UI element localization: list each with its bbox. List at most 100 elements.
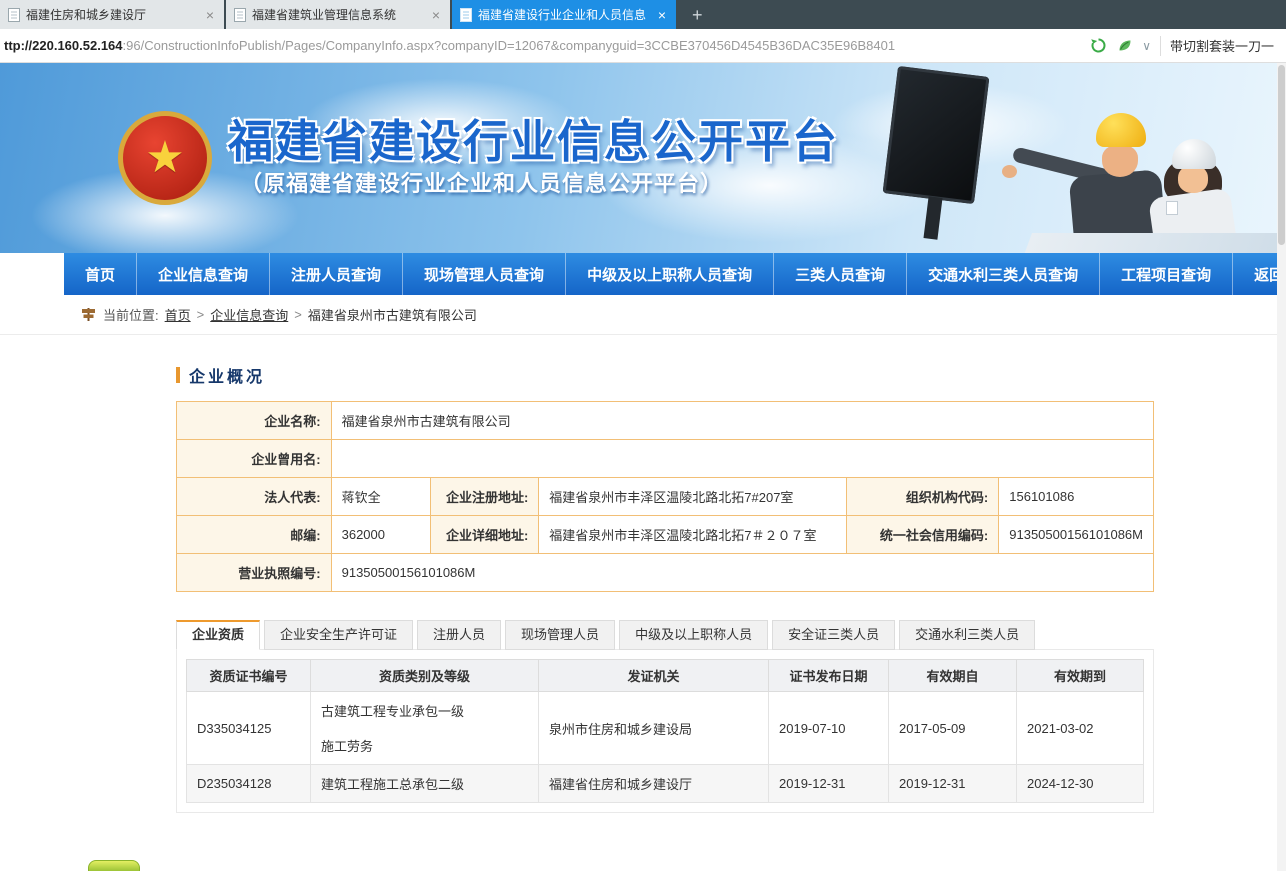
breadcrumb-separator: > [294,307,302,322]
col-valid-to: 有效期到 [1017,660,1144,692]
nav-item-transport-water-three-types[interactable]: 交通水利三类人员查询 [906,253,1099,295]
category-line: 施工劳务 [321,736,528,755]
breadcrumb: 当前位置: 首页 > 企业信息查询 > 福建省泉州市古建筑有限公司 [0,295,1277,335]
browser-tab-3-active[interactable]: 福建省建设行业企业和人员信息 × [452,0,676,29]
cell-valid-from: 2019-12-31 [889,765,1017,803]
breadcrumb-section-link[interactable]: 企业信息查询 [210,305,288,324]
cell-category: 古建筑工程专业承包一级 施工劳务 [311,692,539,765]
field-value-postcode: 362000 [331,516,431,554]
cell-valid-from: 2017-05-09 [889,692,1017,765]
white-hardhat-graphic [1172,139,1216,169]
floating-widget-button[interactable] [88,860,140,871]
section-head: 企业概况 [176,363,1286,387]
tab-title: 福建省建设行业企业和人员信息 [478,6,650,23]
tab-site-managers[interactable]: 现场管理人员 [505,620,615,650]
field-value-license-no: 91350500156101086M [331,554,1153,592]
browser-tab-bar: 福建住房和城乡建设厅 × 福建省建筑业管理信息系统 × 福建省建设行业企业和人员… [0,0,1286,29]
breadcrumb-current: 福建省泉州市古建筑有限公司 [308,305,477,324]
url-input[interactable]: ttp://220.160.52.164:96/ConstructionInfo… [4,38,1080,53]
col-authority: 发证机关 [539,660,769,692]
address-bar: ttp://220.160.52.164:96/ConstructionInfo… [0,29,1286,63]
col-valid-from: 有效期自 [889,660,1017,692]
browser-tab-1[interactable]: 福建住房和城乡建设厅 × [0,0,224,29]
field-value-detail-address: 福建省泉州市丰泽区温陵北路北拓7＃２０７室 [539,516,847,554]
col-issue-date: 证书发布日期 [769,660,889,692]
nav-item-home[interactable]: 首页 [64,253,136,295]
cell-valid-to: 2021-03-02 [1017,692,1144,765]
field-value-org-code: 156101086 [999,478,1154,516]
site-title: 福建省建设行业信息公开平台 [228,105,839,170]
field-value-former-name [331,440,1153,478]
tab-company-qualification[interactable]: 企业资质 [176,620,260,650]
tab-safety-three-types[interactable]: 安全证三类人员 [772,620,895,650]
nav-item-three-types[interactable]: 三类人员查询 [773,253,906,295]
tab-safety-production-license[interactable]: 企业安全生产许可证 [264,620,413,650]
yellow-hardhat-graphic [1096,113,1146,147]
address-bar-actions: ∨ 带切割套装一刀一 [1080,36,1286,56]
tab-title: 福建省建筑业管理信息系统 [252,6,424,23]
table-row: 邮编: 362000 企业详细地址: 福建省泉州市丰泽区温陵北路北拓7＃２０７室… [177,516,1154,554]
cell-issue-date: 2019-12-31 [769,765,889,803]
field-label-org-code: 组织机构代码: [847,478,999,516]
field-label-license-no: 营业执照编号: [177,554,332,592]
url-path: :96/ConstructionInfoPublish/Pages/Compan… [123,38,896,53]
close-tab-icon[interactable]: × [204,7,216,23]
tab-transport-water-three-types[interactable]: 交通水利三类人员 [899,620,1035,650]
eye-protection-leaf-icon[interactable] [1116,37,1133,54]
page-icon [460,8,472,22]
refresh-icon[interactable] [1090,37,1107,54]
browser-tab-2[interactable]: 福建省建筑业管理信息系统 × [226,0,450,29]
cell-issue-date: 2019-07-10 [769,692,889,765]
bookmark-link[interactable]: 带切割套装一刀一 [1170,36,1286,55]
field-label-detail-address: 企业详细地址: [431,516,539,554]
table-row: D335034125 古建筑工程专业承包一级 施工劳务 泉州市住房和城乡建设局 … [187,692,1144,765]
divider [1160,36,1161,56]
nav-item-registered-personnel[interactable]: 注册人员查询 [269,253,402,295]
nav-item-site-managers[interactable]: 现场管理人员查询 [402,253,565,295]
cell-authority: 泉州市住房和城乡建设局 [539,692,769,765]
chevron-down-icon[interactable]: ∨ [1142,39,1151,53]
site-subtitle: （原福建省建设行业企业和人员信息公开平台） [240,166,723,198]
star-icon: ★ [145,136,184,180]
section-title: 企业概况 [189,363,265,387]
scrollbar-thumb[interactable] [1278,65,1285,245]
table-row: D235034128 建筑工程施工总承包二级 福建省住房和城乡建设厅 2019-… [187,765,1144,803]
nav-item-project-query[interactable]: 工程项目查询 [1099,253,1232,295]
col-category: 资质类别及等级 [311,660,539,692]
nav-item-company-query[interactable]: 企业信息查询 [136,253,269,295]
qualification-table: 资质证书编号 资质类别及等级 发证机关 证书发布日期 有效期自 有效期到 D33… [186,659,1144,803]
page-scrollbar[interactable] [1277,63,1286,871]
nav-item-mid-title-personnel[interactable]: 中级及以上职称人员查询 [565,253,773,295]
breadcrumb-home-link[interactable]: 首页 [165,305,191,324]
close-tab-icon[interactable]: × [430,7,442,23]
cell-category: 建筑工程施工总承包二级 [311,765,539,803]
main-content: 企业概况 企业名称: 福建省泉州市古建筑有限公司 企业曾用名: 法人代表: 蒋钦… [0,363,1286,813]
breadcrumb-label: 当前位置: [103,305,159,324]
breadcrumb-separator: > [197,307,205,322]
section-accent-bar [176,367,180,383]
field-value-company-name: 福建省泉州市古建筑有限公司 [331,402,1153,440]
url-host: ttp://220.160.52.164 [4,38,123,53]
page-icon [8,8,20,22]
field-value-legal-rep: 蒋钦全 [331,478,431,516]
close-tab-icon[interactable]: × [656,7,668,23]
table-row: 法人代表: 蒋钦全 企业注册地址: 福建省泉州市丰泽区温陵北路北拓7#207室 … [177,478,1154,516]
tab-registered-personnel[interactable]: 注册人员 [417,620,501,650]
tab-mid-title-personnel[interactable]: 中级及以上职称人员 [619,620,768,650]
field-label-former-name: 企业曾用名: [177,440,332,478]
field-label-legal-rep: 法人代表: [177,478,332,516]
blueprint-graphic [1024,233,1277,253]
detail-tab-strip: 企业资质 企业安全生产许可证 注册人员 现场管理人员 中级及以上职称人员 安全证… [176,620,1286,650]
field-value-registered-address: 福建省泉州市丰泽区温陵北路北拓7#207室 [539,478,847,516]
field-label-postcode: 邮编: [177,516,332,554]
col-cert-no: 资质证书编号 [187,660,311,692]
tab-title: 福建住房和城乡建设厅 [26,6,198,23]
worker2-face-graphic [1178,165,1208,193]
cell-cert-no: D335034125 [187,692,311,765]
new-tab-button[interactable]: + [678,6,717,24]
field-label-registered-address: 企业注册地址: [431,478,539,516]
category-line: 古建筑工程专业承包一级 [321,701,528,720]
cell-cert-no: D235034128 [187,765,311,803]
main-navigation: 首页 企业信息查询 注册人员查询 现场管理人员查询 中级及以上职称人员查询 三类… [64,253,1277,295]
table-row: 营业执照编号: 91350500156101086M [177,554,1154,592]
